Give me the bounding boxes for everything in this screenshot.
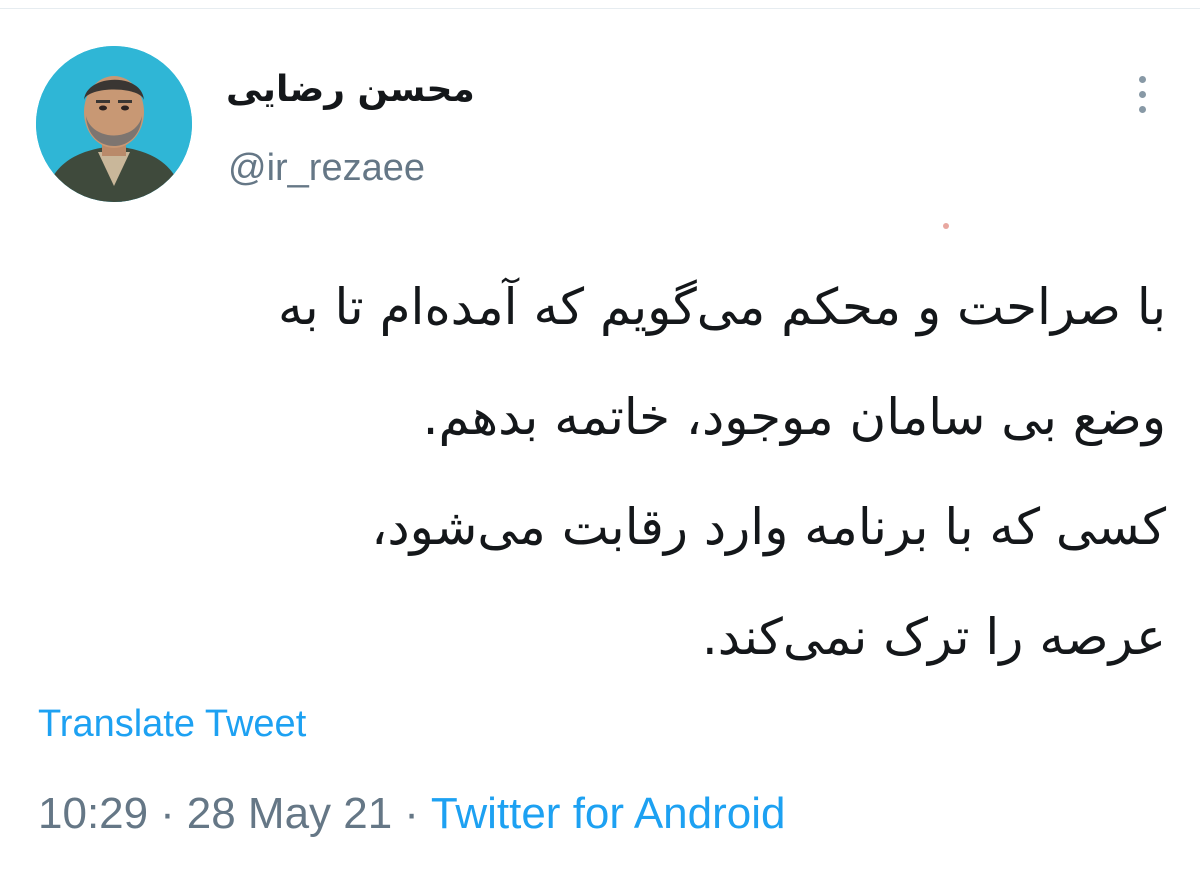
- tweet-text-line: کسی که با برنامه وارد رقابت می‌شود،: [371, 498, 1166, 556]
- translate-tweet-link[interactable]: Translate Tweet: [38, 700, 306, 748]
- author-handle[interactable]: @ir_rezaee: [228, 146, 425, 190]
- more-vertical-icon: [1138, 75, 1146, 83]
- tweet-text: با صراحت و محکم می‌گویم که آمده‌ام تا به…: [36, 252, 1166, 692]
- tweet-metadata: 10:29 · 28 May 21 · Twitter for Android: [38, 786, 786, 842]
- tweet-text-line: با صراحت و محکم می‌گویم که آمده‌ام تا به: [277, 278, 1166, 336]
- avatar-photo-icon: [36, 46, 192, 202]
- tweet-card: محسن رضایی @ir_rezaee با صراحت و محکم می…: [0, 0, 1200, 869]
- more-vertical-icon: [1138, 90, 1146, 98]
- tweet-source-link[interactable]: Twitter for Android: [431, 789, 786, 838]
- author-name[interactable]: محسن رضایی: [226, 66, 506, 114]
- tweet-date[interactable]: 28 May 21: [187, 789, 392, 838]
- meta-separator: ·: [160, 789, 175, 838]
- tweet-text-line: وضع بی سامان موجود، خاتمه بدهم.: [422, 388, 1166, 446]
- tweet-text-line: عرصه را ترک نمی‌کند.: [701, 608, 1166, 666]
- meta-separator: ·: [404, 789, 419, 838]
- author-avatar[interactable]: [36, 46, 192, 202]
- more-options-button[interactable]: [1126, 70, 1158, 118]
- more-vertical-icon: [1138, 105, 1146, 113]
- image-artifact: [943, 223, 949, 229]
- tweet-time[interactable]: 10:29: [38, 789, 148, 838]
